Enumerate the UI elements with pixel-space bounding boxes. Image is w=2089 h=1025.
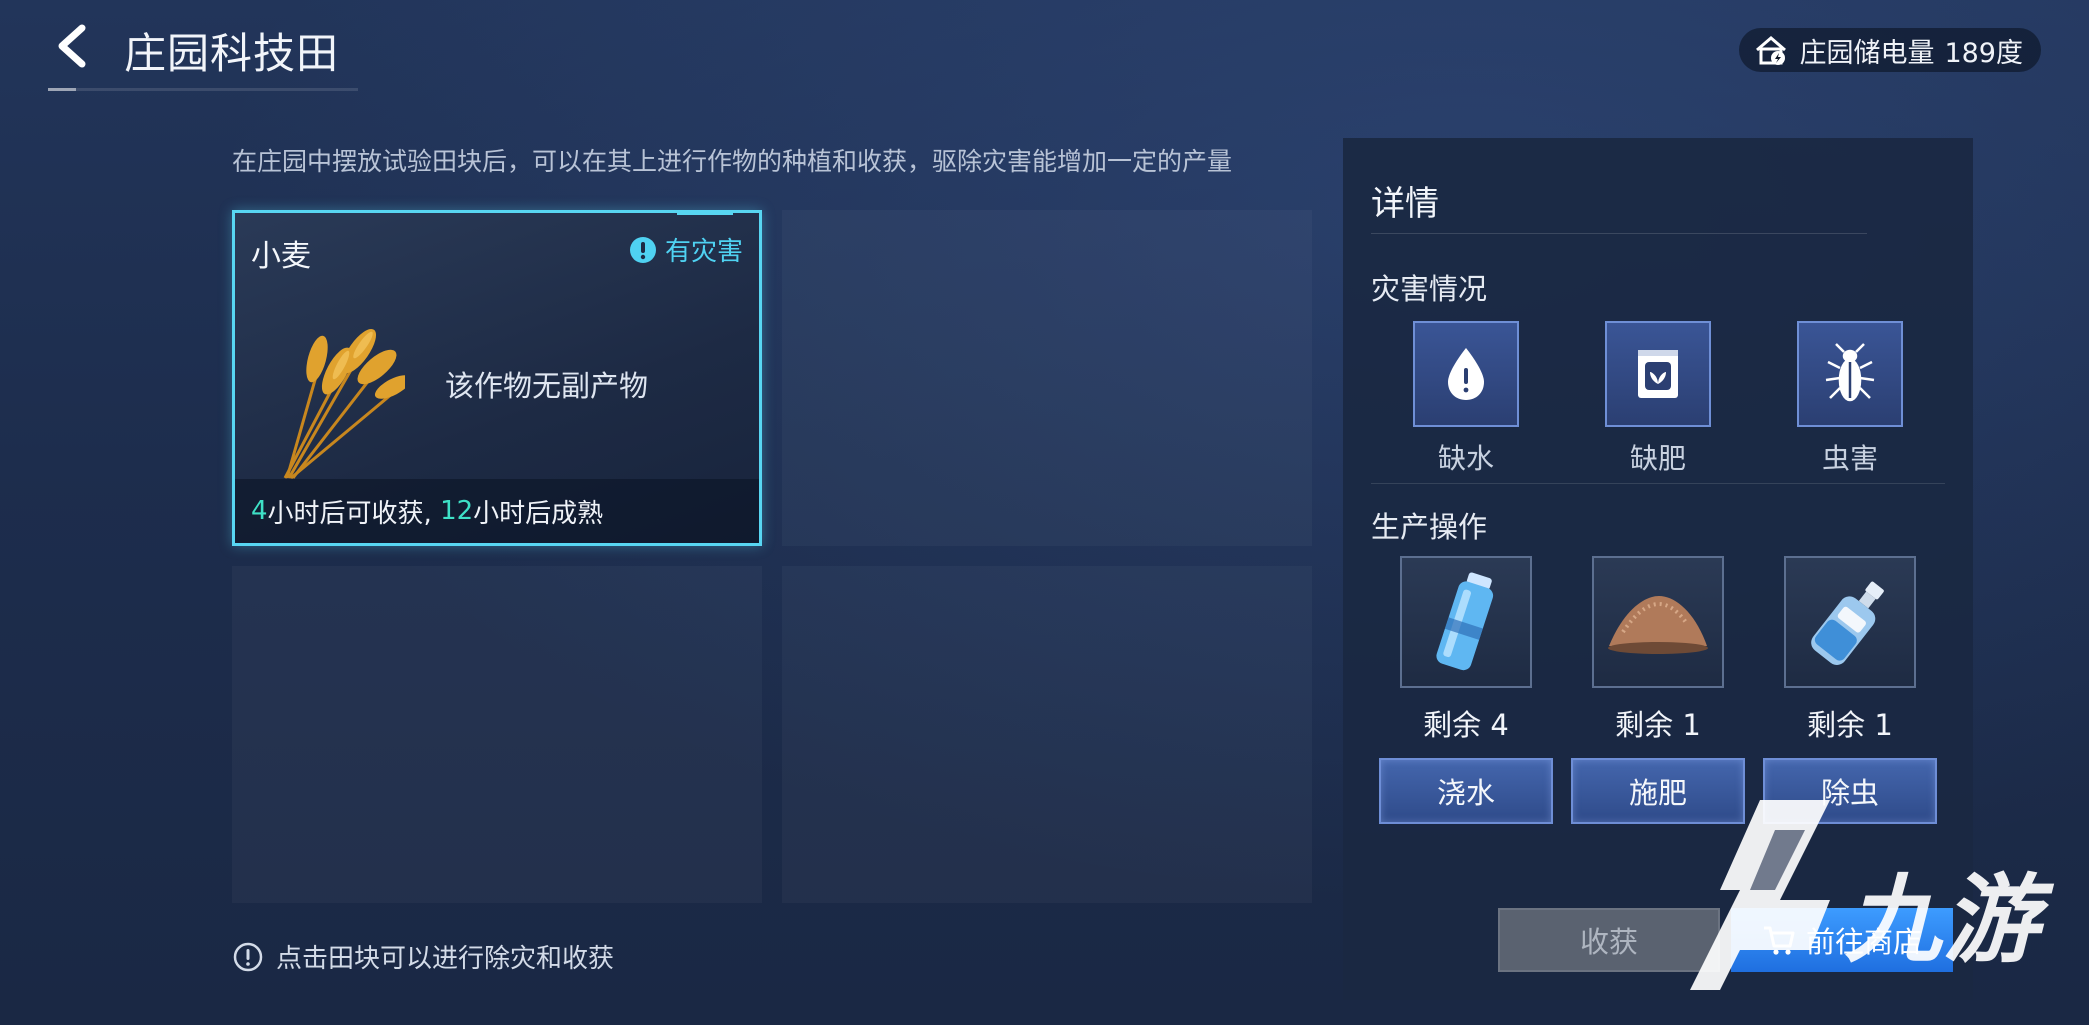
field-slot[interactable] — [782, 210, 1312, 546]
house-power-icon — [1756, 36, 1787, 65]
mature-hours: 12 — [440, 496, 474, 526]
hint-text: 点击田块可以进行除灾和收获 — [276, 944, 615, 974]
remaining-count: 剩余 1 — [1615, 708, 1701, 742]
operation-fertilize: 剩余 1 施肥 — [1571, 556, 1745, 824]
pest-control-button[interactable]: 除虫 — [1763, 758, 1937, 824]
wheat-image — [283, 328, 405, 480]
remaining-count: 剩余 4 — [1423, 708, 1509, 742]
disaster-section-label: 灾害情况 — [1371, 272, 1488, 306]
disaster-label: 缺肥 — [1629, 442, 1686, 475]
operation-water: 剩余 4 浇水 — [1379, 556, 1553, 824]
byproduct-text: 该作物无副产物 — [445, 369, 649, 403]
card-accent — [677, 213, 733, 215]
harvest-hours: 4 — [251, 496, 268, 526]
power-label: 庄园储电量 — [1799, 37, 1935, 69]
bug-icon — [1797, 321, 1903, 427]
operation-pest-control: 剩余 1 除虫 — [1763, 556, 1937, 824]
chevron-left-icon — [58, 24, 86, 68]
water-drop-warning-icon — [1413, 321, 1519, 427]
harvest-text: 小时后可收获, — [267, 498, 432, 529]
power-storage-badge: 庄园储电量 189度 — [1739, 28, 2041, 72]
disaster-water-shortage: 缺水 — [1413, 321, 1519, 477]
back-button[interactable] — [44, 18, 100, 74]
page-description: 在庄园中摆放试验田块后，可以在其上进行作物的种植和收获，驱除灾害能增加一定的产量 — [232, 147, 1233, 176]
water-bottle-icon — [1400, 556, 1532, 688]
disaster-fertilizer-shortage: 缺肥 — [1605, 321, 1711, 477]
power-value: 189度 — [1944, 37, 2023, 69]
fertilizer-pile-icon — [1592, 556, 1724, 688]
page-title: 庄园科技田 — [124, 29, 340, 78]
growth-status: 4 小时后可收获, 12 小时后成熟 — [235, 479, 759, 543]
divider — [1371, 233, 1867, 234]
hint: 点击田块可以进行除灾和收获 — [232, 938, 614, 975]
field-slot[interactable] — [232, 566, 762, 903]
fertilize-button[interactable]: 施肥 — [1571, 758, 1745, 824]
field-slot[interactable] — [782, 566, 1312, 903]
detail-title: 详情 — [1371, 184, 1439, 224]
crop-card-wheat[interactable]: 小麦 有灾害 该作物无副产物 4 小时后可收获, 12 小时后成熟 — [232, 210, 762, 546]
fertilizer-bag-icon — [1605, 321, 1711, 427]
watermark-text: 九游 — [1845, 864, 2041, 976]
harvest-button[interactable]: 收获 — [1498, 908, 1720, 972]
pesticide-bottle-icon — [1784, 556, 1916, 688]
operation-section-label: 生产操作 — [1371, 510, 1488, 544]
disaster-label: 缺水 — [1437, 442, 1494, 475]
remaining-count: 剩余 1 — [1807, 708, 1893, 742]
info-icon — [233, 942, 263, 971]
divider — [1371, 483, 1945, 484]
title-underline — [48, 88, 358, 91]
disaster-label: 虫害 — [1821, 442, 1878, 475]
disaster-flag: 有灾害 — [629, 231, 743, 268]
disaster-pests: 虫害 — [1797, 321, 1903, 477]
water-button[interactable]: 浇水 — [1379, 758, 1553, 824]
mature-text: 小时后成熟 — [473, 498, 604, 529]
cart-icon — [1763, 926, 1795, 955]
alert-icon — [629, 236, 656, 263]
crop-name: 小麦 — [251, 239, 311, 274]
disaster-flag-label: 有灾害 — [664, 237, 743, 267]
